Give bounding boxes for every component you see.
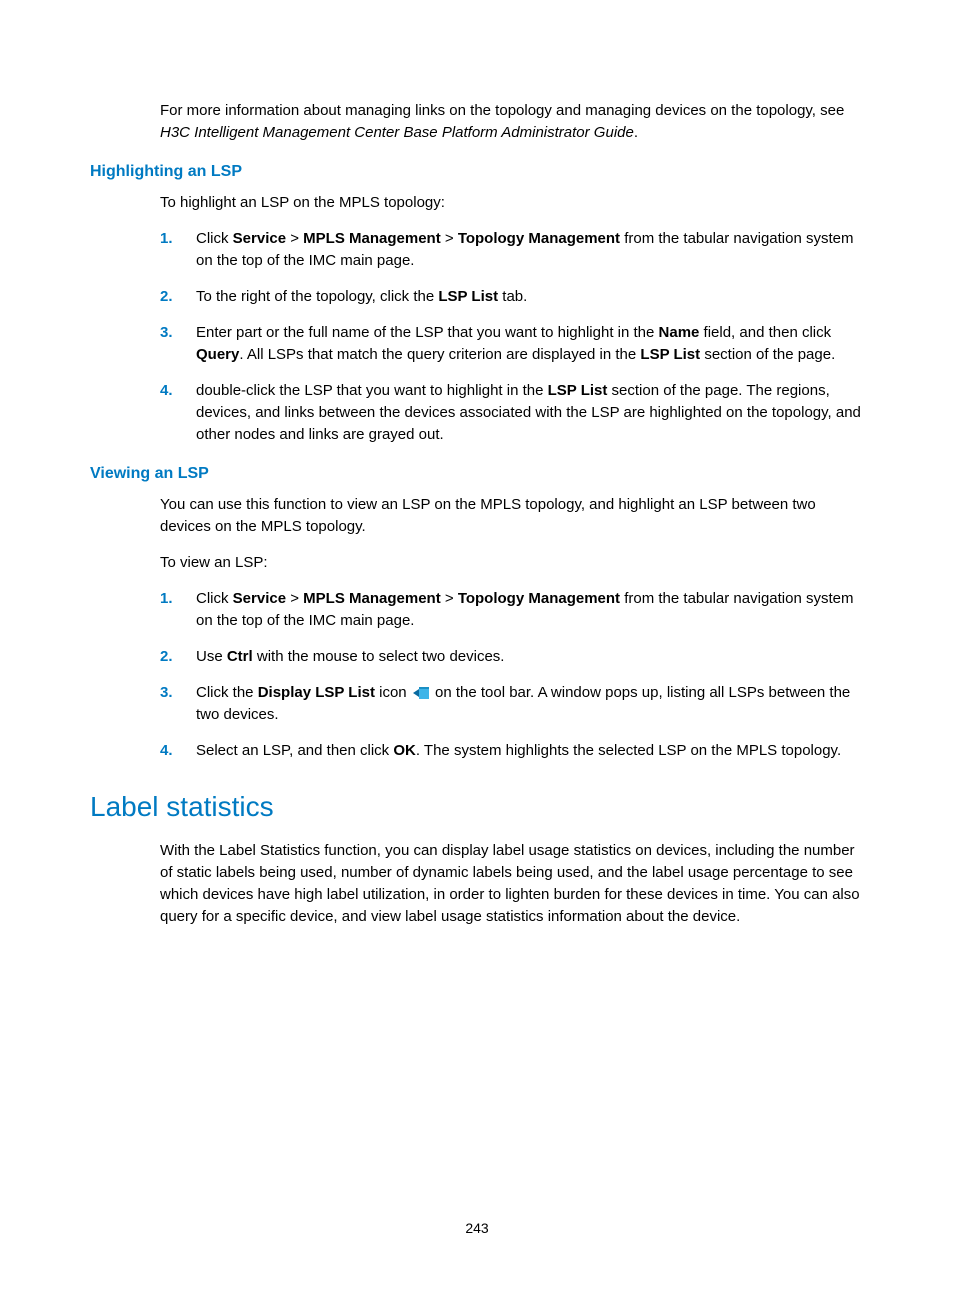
step-number: 4. [160,740,196,762]
heading-highlighting-lsp: Highlighting an LSP [90,162,864,182]
step-number: 2. [160,646,196,668]
step-number: 4. [160,380,196,446]
highlight-block: To highlight an LSP on the MPLS topology… [160,192,864,446]
viewing-intro-2: To view an LSP: [160,552,864,574]
step-number: 2. [160,286,196,308]
text: . [634,124,638,141]
list-item: 1. Click Service > MPLS Management > Top… [160,228,864,272]
viewing-steps: 1. Click Service > MPLS Management > Top… [160,588,864,762]
step-text: To the right of the topology, click the … [196,286,864,308]
guide-title: H3C Intelligent Management Center Base P… [160,124,634,141]
step-number: 3. [160,322,196,366]
highlight-intro: To highlight an LSP on the MPLS topology… [160,192,864,214]
viewing-block: You can use this function to view an LSP… [160,494,864,762]
text: For more information about managing link… [160,102,844,119]
step-text: Enter part or the full name of the LSP t… [196,322,864,366]
step-text: Use Ctrl with the mouse to select two de… [196,646,864,668]
display-lsp-list-icon [413,687,429,699]
list-item: 1. Click Service > MPLS Management > Top… [160,588,864,632]
viewing-intro-1: You can use this function to view an LSP… [160,494,864,538]
list-item: 4. Select an LSP, and then click OK. The… [160,740,864,762]
step-text: Select an LSP, and then click OK. The sy… [196,740,864,762]
list-item: 4. double-click the LSP that you want to… [160,380,864,446]
heading-viewing-lsp: Viewing an LSP [90,464,864,484]
step-text: Click Service > MPLS Management > Topolo… [196,588,864,632]
step-text: double-click the LSP that you want to hi… [196,380,864,446]
intro-block: For more information about managing link… [160,100,864,144]
heading-label-statistics: Label statistics [90,790,864,824]
step-text: Click Service > MPLS Management > Topolo… [196,228,864,272]
label-stats-block: With the Label Statistics function, you … [160,840,864,928]
list-item: 3. Click the Display LSP List icon on th… [160,682,864,726]
list-item: 3. Enter part or the full name of the LS… [160,322,864,366]
intro-paragraph: For more information about managing link… [160,100,864,144]
step-number: 1. [160,228,196,272]
label-stats-paragraph: With the Label Statistics function, you … [160,840,864,928]
highlight-steps: 1. Click Service > MPLS Management > Top… [160,228,864,446]
step-number: 1. [160,588,196,632]
list-item: 2. Use Ctrl with the mouse to select two… [160,646,864,668]
page-number: 243 [0,1220,954,1236]
list-item: 2. To the right of the topology, click t… [160,286,864,308]
page: For more information about managing link… [0,0,954,1296]
step-number: 3. [160,682,196,726]
step-text: Click the Display LSP List icon on the t… [196,682,864,726]
